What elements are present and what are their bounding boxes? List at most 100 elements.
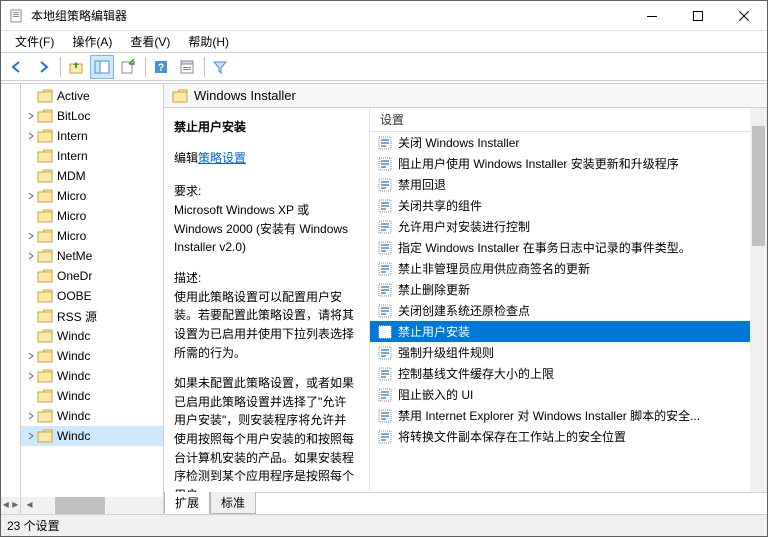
tree-item[interactable]: Windc [21, 426, 163, 446]
requirements-text: Microsoft Windows XP 或 Windows 2000 (安装有… [174, 201, 357, 257]
tree-item[interactable]: NetMe [21, 246, 163, 266]
back-button[interactable] [5, 55, 29, 79]
chevron-right-icon [27, 132, 37, 140]
menu-file[interactable]: 文件(F) [7, 31, 62, 52]
folder-icon [37, 389, 53, 403]
tree-item-label: Windc [57, 369, 90, 383]
settings-list-item[interactable]: 禁止用户安装 [370, 321, 767, 342]
settings-column-header[interactable]: 设置 [370, 108, 767, 132]
selected-policy-heading: 禁止用户安装 [174, 118, 357, 135]
folder-icon [37, 329, 53, 343]
settings-list-column: 设置 关闭 Windows Installer阻止用户使用 Windows In… [370, 108, 767, 492]
description-text-2: 如果未配置此策略设置，或者如果已启用此策略设置并选择了"允许用户安装"，则安装程… [174, 374, 357, 492]
settings-list-item[interactable]: 将转换文件副本保存在工作站上的安全位置 [370, 426, 767, 447]
policy-icon [378, 346, 392, 360]
properties-button[interactable] [175, 55, 199, 79]
tree-item[interactable]: Windc [21, 386, 163, 406]
settings-item-label: 关闭创建系统还原检查点 [398, 302, 530, 319]
tree-item-label: BitLoc [57, 109, 90, 123]
tree-item[interactable]: Micro [21, 186, 163, 206]
policy-icon [378, 388, 392, 402]
tree-item[interactable]: OOBE [21, 286, 163, 306]
tree-item[interactable]: Micro [21, 226, 163, 246]
tab-standard[interactable]: 标准 [210, 492, 256, 514]
tab-extended[interactable]: 扩展 [164, 492, 210, 514]
settings-list-item[interactable]: 阻止嵌入的 UI [370, 384, 767, 405]
tree-item[interactable]: Windc [21, 406, 163, 426]
close-button[interactable] [721, 1, 767, 30]
settings-list-item[interactable]: 控制基线文件缓存大小的上限 [370, 363, 767, 384]
tree-item[interactable]: Windc [21, 366, 163, 386]
tree-item[interactable]: BitLoc [21, 106, 163, 126]
folder-icon [37, 409, 53, 423]
tree-item-label: OOBE [57, 289, 92, 303]
policy-icon [378, 136, 392, 150]
settings-list-item[interactable]: 禁止删除更新 [370, 279, 767, 300]
settings-item-label: 将转换文件副本保存在工作站上的安全位置 [398, 428, 626, 445]
tree-item-label: Micro [57, 209, 86, 223]
policy-icon [378, 178, 392, 192]
tree-item-label: Active [57, 89, 90, 103]
settings-item-label: 允许用户对安装进行控制 [398, 218, 530, 235]
folder-tree[interactable]: Active BitLoc InternIntern MDM Micro Micro Mic… [21, 84, 163, 497]
toolbar: ? [1, 53, 767, 81]
forward-button[interactable] [31, 55, 55, 79]
filter-button[interactable] [208, 55, 232, 79]
tree-item-label: Micro [57, 229, 86, 243]
maximize-button[interactable] [675, 1, 721, 30]
policy-setting-link[interactable]: 策略设置 [198, 151, 246, 165]
toolbar-separator [145, 57, 146, 77]
menu-help[interactable]: 帮助(H) [180, 31, 237, 52]
toolbar-separator [204, 57, 205, 77]
tree-item-label: Micro [57, 189, 86, 203]
tree-item[interactable]: Micro [21, 206, 163, 226]
settings-item-label: 阻止嵌入的 UI [398, 386, 473, 403]
folder-icon [37, 269, 53, 283]
settings-list-item[interactable]: 关闭共享的组件 [370, 195, 767, 216]
settings-item-label: 指定 Windows Installer 在事务日志中记录的事件类型。 [398, 239, 691, 256]
horizontal-scrollbar[interactable]: ◂ [21, 497, 163, 514]
tree-item-label: Windc [57, 329, 90, 343]
tree-item[interactable]: Intern [21, 126, 163, 146]
show-hide-tree-button[interactable] [90, 55, 114, 79]
tree-item[interactable]: Windc [21, 326, 163, 346]
menu-bar: 文件(F) 操作(A) 查看(V) 帮助(H) [1, 31, 767, 53]
details-header-title: Windows Installer [194, 88, 296, 103]
vertical-scrollbar[interactable] [750, 108, 767, 492]
settings-list-item[interactable]: 强制升级组件规则 [370, 342, 767, 363]
tree-item[interactable]: Windc [21, 346, 163, 366]
settings-list-item[interactable]: 禁止非管理员应用供应商签名的更新 [370, 258, 767, 279]
settings-list-item[interactable]: 指定 Windows Installer 在事务日志中记录的事件类型。 [370, 237, 767, 258]
settings-item-label: 关闭共享的组件 [398, 197, 482, 214]
menu-action[interactable]: 操作(A) [64, 31, 120, 52]
tree-item-label: MDM [57, 169, 86, 183]
svg-text:?: ? [158, 62, 165, 74]
settings-list-item[interactable]: 阻止用户使用 Windows Installer 安装更新和升级程序 [370, 153, 767, 174]
policy-icon [378, 220, 392, 234]
tree-item[interactable]: Intern [21, 146, 163, 166]
settings-item-label: 禁止删除更新 [398, 281, 470, 298]
minimize-button[interactable] [629, 1, 675, 30]
help-button[interactable]: ? [149, 55, 173, 79]
folder-icon [37, 249, 53, 263]
settings-list-item[interactable]: 关闭 Windows Installer [370, 132, 767, 153]
chevron-right-icon [27, 432, 37, 440]
settings-list-item[interactable]: 禁用回退 [370, 174, 767, 195]
content-area: ◂ ▸ Active BitLoc InternIntern MDM Micro Micr… [1, 83, 767, 514]
policy-icon [378, 199, 392, 213]
folder-icon [37, 109, 53, 123]
tree-item[interactable]: MDM [21, 166, 163, 186]
horizontal-scrollbar[interactable]: ◂ ▸ [1, 497, 20, 514]
settings-list-item[interactable]: 关闭创建系统还原检查点 [370, 300, 767, 321]
tree-item[interactable]: OneDr [21, 266, 163, 286]
export-button[interactable] [116, 55, 140, 79]
tree-item[interactable]: Active [21, 86, 163, 106]
settings-list[interactable]: 关闭 Windows Installer阻止用户使用 Windows Insta… [370, 132, 767, 492]
window-buttons [629, 1, 767, 30]
tree-item[interactable]: RSS 源 [21, 306, 163, 326]
menu-view[interactable]: 查看(V) [122, 31, 178, 52]
up-button[interactable] [64, 55, 88, 79]
tree-pane: Active BitLoc InternIntern MDM Micro Micro Mic… [21, 84, 164, 514]
settings-list-item[interactable]: 禁用 Internet Explorer 对 Windows Installer… [370, 405, 767, 426]
settings-list-item[interactable]: 允许用户对安装进行控制 [370, 216, 767, 237]
